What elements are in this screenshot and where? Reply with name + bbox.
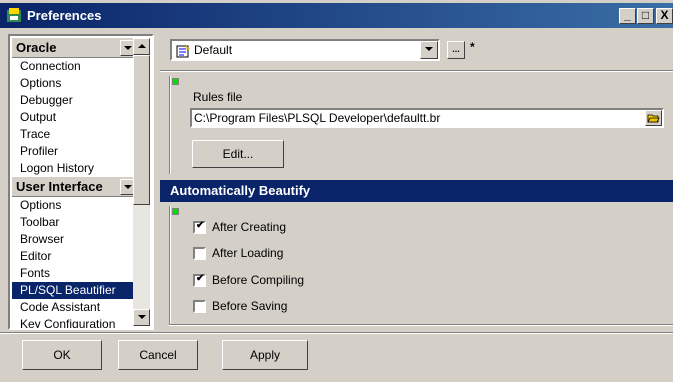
profile-icon	[176, 44, 190, 58]
rules-file-label: Rules file	[193, 90, 243, 104]
list-scrollbar[interactable]	[133, 38, 150, 326]
list-item-ui-options[interactable]: Options	[12, 197, 139, 214]
before-compiling-checkbox[interactable]: ✔	[193, 273, 206, 287]
apply-button[interactable]: Apply	[222, 340, 308, 370]
preferences-window: Preferences _ □ X Oracle Connection Opti…	[0, 0, 673, 382]
category-list[interactable]: Oracle Connection Options Debugger Outpu…	[8, 34, 154, 330]
arrow-down-icon	[137, 315, 146, 319]
rules-file-path: C:\Program Files\PLSQL Developer\default…	[194, 111, 441, 125]
profile-value: Default	[194, 43, 233, 57]
list-item-key-configuration[interactable]: Key Configuration	[12, 316, 139, 328]
group-label: Oracle	[16, 40, 57, 55]
ok-button[interactable]: OK	[22, 340, 102, 370]
auto-beautify-header: Automatically Beautify	[160, 180, 673, 202]
browse-button[interactable]	[645, 110, 662, 126]
after-loading-label[interactable]: After Loading	[212, 246, 283, 260]
before-saving-label[interactable]: Before Saving	[212, 299, 287, 313]
scroll-down-button[interactable]	[133, 309, 150, 326]
divider	[169, 76, 171, 174]
chevron-down-icon	[124, 46, 132, 50]
minimize-button[interactable]: _	[619, 8, 636, 24]
chevron-down-icon	[425, 47, 433, 51]
profile-dropdown-button[interactable]	[420, 41, 438, 59]
cancel-button[interactable]: Cancel	[118, 340, 198, 370]
after-creating-checkbox[interactable]: ✔	[193, 220, 206, 234]
maximize-button[interactable]: □	[637, 8, 654, 24]
group-header-oracle[interactable]: Oracle	[12, 38, 139, 58]
arrow-up-icon	[137, 44, 146, 48]
list-item-toolbar[interactable]: Toolbar	[12, 214, 139, 231]
list-item-options[interactable]: Options	[12, 75, 139, 92]
app-icon	[7, 8, 21, 22]
chevron-down-icon	[124, 185, 132, 189]
title-bar[interactable]: Preferences _ □ X	[0, 3, 673, 28]
divider	[160, 70, 673, 72]
before-saving-checkbox[interactable]	[193, 300, 206, 313]
divider	[169, 206, 171, 324]
scroll-thumb[interactable]	[133, 55, 150, 205]
profile-select[interactable]: Default	[170, 39, 440, 61]
window-title: Preferences	[27, 8, 102, 23]
list-item-editor[interactable]: Editor	[12, 248, 139, 265]
footer-divider	[0, 332, 673, 334]
checkmark-icon: ✔	[196, 273, 205, 284]
rules-file-input[interactable]: C:\Program Files\PLSQL Developer\default…	[190, 108, 664, 128]
beautifier-panel: Default ... * Rules file C:\Program File…	[160, 34, 673, 330]
close-button[interactable]: X	[656, 8, 673, 24]
divider	[169, 324, 673, 326]
folder-open-icon	[647, 114, 660, 123]
checkmark-icon: ✔	[196, 220, 205, 231]
group-label: User Interface	[16, 179, 103, 194]
modified-marker: *	[470, 40, 475, 54]
list-item-fonts[interactable]: Fonts	[12, 265, 139, 282]
after-creating-label[interactable]: After Creating	[212, 220, 286, 234]
list-item-browser[interactable]: Browser	[12, 231, 139, 248]
profile-bar: Default ... *	[164, 36, 673, 66]
auto-beautify-indicator	[172, 208, 179, 215]
group-header-user-interface[interactable]: User Interface	[12, 177, 139, 197]
edit-button[interactable]: Edit...	[192, 140, 284, 168]
before-compiling-label[interactable]: Before Compiling	[212, 273, 304, 287]
scroll-up-button[interactable]	[133, 38, 150, 55]
profile-ellipsis-button[interactable]: ...	[447, 41, 465, 59]
list-item-code-assistant[interactable]: Code Assistant	[12, 299, 139, 316]
list-item-trace[interactable]: Trace	[12, 126, 139, 143]
list-item-debugger[interactable]: Debugger	[12, 92, 139, 109]
rules-indicator	[172, 78, 179, 85]
list-item-profiler[interactable]: Profiler	[12, 143, 139, 160]
list-item-plsql-beautifier[interactable]: PL/SQL Beautifier	[12, 282, 139, 299]
after-loading-checkbox[interactable]	[193, 247, 206, 260]
list-item-connection[interactable]: Connection	[12, 58, 139, 75]
list-item-logon-history[interactable]: Logon History	[12, 160, 139, 177]
list-item-output[interactable]: Output	[12, 109, 139, 126]
